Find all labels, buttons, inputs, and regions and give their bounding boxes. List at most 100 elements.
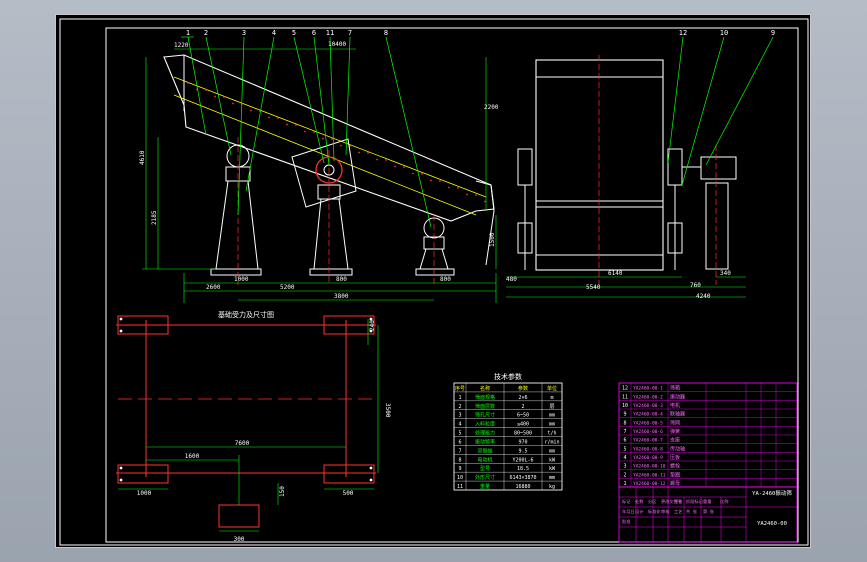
param-cell: 型号	[480, 465, 490, 472]
parts-no: 1	[623, 481, 626, 487]
callout-8: 8	[384, 29, 388, 37]
deck-bolt	[448, 186, 450, 189]
drawing-viewport[interactable]: 1 2 3 4 5 6 11 7 8 12 10 9 1220 10400 4610 2185 2200 1500…	[55, 14, 811, 548]
deck-bolt	[286, 123, 288, 126]
parts-no: 10	[622, 403, 628, 409]
parts-code: YA2460-00-3	[633, 403, 663, 409]
deck-bolt	[430, 179, 432, 182]
param-cell: 970	[518, 439, 527, 445]
param-cell: 2	[458, 404, 461, 410]
title-cell: 审核	[661, 508, 670, 515]
deck-bolt	[331, 138, 333, 140]
deck-bolt	[268, 116, 270, 119]
param-cell: 名称	[480, 385, 490, 392]
f-7600: 7600	[235, 440, 250, 447]
dim-480: 480	[506, 276, 517, 283]
dim-6140: 6140	[608, 270, 623, 277]
parts-no: 3	[623, 464, 626, 470]
parts-code: YA2460-00-5	[633, 420, 663, 426]
param-cell: mm	[549, 422, 555, 428]
deck-bolt	[403, 166, 405, 168]
support-right	[415, 217, 455, 276]
param-cell: 3	[458, 413, 461, 419]
pad-br	[323, 464, 375, 484]
param-cell: 入料粒度	[475, 421, 495, 428]
param-cell: 18.5	[517, 466, 529, 472]
deck-bolt	[367, 152, 369, 154]
dimension-lines	[142, 48, 497, 303]
screen-body-end	[535, 59, 664, 271]
callout-9: 9	[771, 29, 775, 37]
param-cell: 5	[458, 431, 461, 437]
param-cell: 单位	[547, 385, 557, 392]
param-cell: 6143×3870	[509, 475, 536, 481]
drawing-name: YA-2460振动筛	[752, 489, 792, 497]
dim-b800: 800	[336, 276, 347, 283]
title-mid-cell: 重量	[703, 498, 711, 505]
param-cell: kg	[549, 484, 555, 490]
param-cell: 8	[458, 457, 461, 463]
parts-no: 7	[623, 429, 626, 435]
callout-11: 11	[326, 29, 334, 37]
pedestal-mid	[313, 198, 349, 270]
parts-name: 压板	[670, 454, 680, 461]
parts-code: YA2460-00-2	[633, 394, 663, 400]
deck-bolt	[295, 124, 297, 126]
param-cell: 振动频率	[475, 438, 495, 445]
dim-b5200: 5200	[280, 284, 295, 291]
param-cell: 参数	[518, 385, 528, 392]
foundation-title: 基础受力及尺寸图	[218, 310, 274, 319]
dim-top-left: 1220	[174, 42, 189, 49]
parts-no: 11	[622, 394, 628, 400]
deck-bolt	[187, 82, 189, 84]
param-cell: 6	[458, 439, 461, 445]
f-240: 240	[369, 320, 376, 331]
deck-bolt	[232, 102, 234, 105]
f-1000: 1000	[137, 490, 152, 497]
motor-stand	[705, 182, 729, 270]
dim-lower-height: 2185	[151, 210, 158, 225]
callout-6: 6	[312, 29, 316, 37]
title-cell: 处数	[635, 498, 644, 505]
param-cell: 1	[458, 395, 461, 401]
deck-bolt	[466, 193, 468, 196]
callout-10: 10	[720, 29, 728, 37]
deck-bolt	[205, 89, 207, 91]
support-mid	[309, 156, 353, 276]
dim-mid-vert: 1500	[489, 232, 496, 247]
title-mid-cell: 比例	[720, 498, 728, 505]
param-cell: 2×6	[518, 395, 527, 401]
parts-name: 垫圈	[670, 471, 680, 478]
spring-end-left-top	[517, 148, 533, 186]
parts-no: 6	[623, 438, 626, 444]
deck-bolt	[277, 117, 279, 119]
f-150: 150	[279, 486, 286, 497]
deck-bolt	[358, 151, 360, 154]
parts-name: 筛网	[670, 419, 680, 426]
dim-total: 3800	[334, 293, 349, 300]
pad-motor	[218, 504, 260, 528]
parts-name: 振动器	[670, 393, 685, 400]
dim-b3800: 800	[440, 276, 451, 283]
deck-bolt	[223, 96, 225, 98]
callout-2: 2	[204, 29, 208, 37]
deck-bolt	[304, 130, 306, 133]
param-cell: 9.5	[518, 448, 527, 454]
deck-bolt	[421, 173, 423, 175]
parts-name: 弹簧	[670, 428, 680, 435]
deck-bolt	[376, 158, 378, 161]
deck-bolt	[439, 180, 441, 182]
param-cell: 筛面规格	[475, 394, 495, 401]
screen-deck-upper	[173, 76, 487, 198]
end-view	[506, 36, 774, 298]
parts-no: 4	[623, 455, 626, 461]
parts-code: YA2460-00-10	[633, 464, 666, 470]
parts-code: YA2460-00-8	[633, 446, 663, 452]
discharge-lip	[475, 180, 495, 266]
param-cell: 9	[458, 466, 461, 472]
annotation-layer: 1 2 3 4 5 6 11 7 8 12 10 91220 104004610218522001500…	[137, 29, 793, 543]
deck-bolt	[250, 109, 252, 112]
title-cell: 年月日	[622, 508, 635, 515]
parts-name: 螺母	[670, 480, 680, 487]
base-mid	[309, 268, 353, 276]
